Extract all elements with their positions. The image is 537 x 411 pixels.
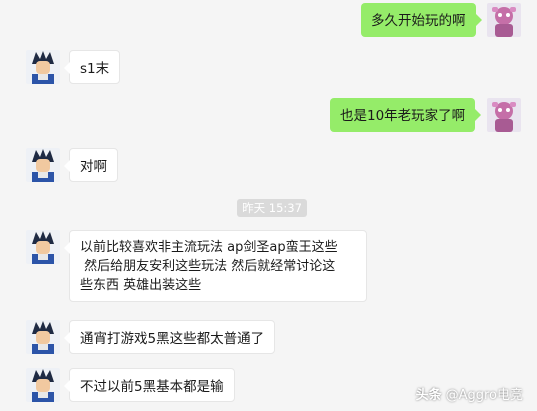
- self-avatar[interactable]: [487, 98, 521, 132]
- watermark-handle: @Aggro电竞: [445, 388, 523, 403]
- message-bubble-other: 不过以前5黑基本都是输: [64, 368, 235, 402]
- anime-character-icon: [26, 368, 60, 402]
- message-bubble-other: 通宵打游戏5黑这些都太普通了: [63, 320, 276, 354]
- other-avatar[interactable]: [26, 368, 60, 402]
- other-avatar[interactable]: [26, 320, 60, 354]
- message-bubble-self: 多久开始玩的啊: [361, 3, 481, 37]
- other-avatar[interactable]: [26, 230, 60, 264]
- watermark: 头条 @Aggro电竞: [416, 384, 523, 403]
- watermark-brand: 头条: [415, 388, 442, 403]
- self-avatar[interactable]: [487, 3, 521, 37]
- other-avatar[interactable]: [26, 148, 60, 182]
- message-bubble-other: 对啊: [64, 148, 118, 182]
- anime-character-icon: [26, 320, 60, 354]
- pink-figure-icon: [487, 98, 521, 132]
- other-avatar[interactable]: [26, 50, 60, 84]
- pink-figure-icon: [487, 3, 521, 37]
- message-bubble-other: s1末: [63, 50, 121, 84]
- anime-character-icon: [26, 50, 60, 84]
- anime-character-icon: [26, 148, 60, 182]
- chat-timestamp: 昨天 15:37: [237, 199, 307, 217]
- message-bubble-other: 以前比较喜欢非主流玩法 ap剑圣ap蛮王这些 然后给朋友安利这些玩法 然后就经常…: [64, 230, 367, 302]
- message-bubble-self: 也是10年老玩家了啊: [330, 98, 482, 132]
- anime-character-icon: [26, 230, 60, 264]
